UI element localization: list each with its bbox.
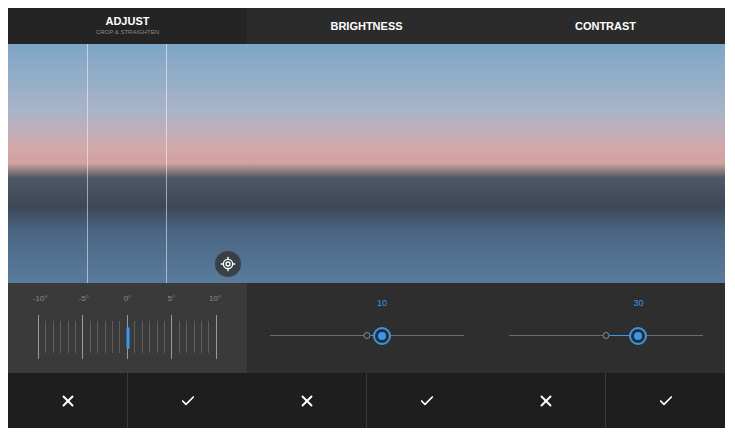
slider-reading: 30 — [633, 297, 643, 309]
slider-knob[interactable] — [373, 327, 391, 345]
slider[interactable] — [270, 327, 464, 345]
ruler-tick — [82, 315, 83, 359]
slider-zero-mark — [363, 332, 370, 339]
slider[interactable] — [509, 327, 703, 345]
ruler-label: 5° — [161, 293, 181, 305]
ruler-tick — [179, 321, 180, 353]
slider-knob[interactable] — [629, 327, 647, 345]
ruler-tick — [119, 321, 120, 353]
ruler-label: 10° — [205, 293, 225, 305]
ruler-tick — [45, 321, 46, 353]
panel-header: ADJUSTCROP & STRAIGHTEN — [8, 8, 247, 44]
slider-reading: 10 — [377, 297, 387, 309]
done-button[interactable] — [367, 373, 486, 428]
slider-zero-mark — [602, 332, 609, 339]
ruler-tick — [134, 321, 135, 353]
photo — [8, 44, 247, 283]
ruler-tick — [194, 321, 195, 353]
ruler-indicator — [126, 327, 129, 349]
cancel-button[interactable] — [486, 373, 606, 428]
photo — [486, 44, 725, 283]
ruler-tick — [142, 321, 143, 353]
panel-subtitle: CROP & STRAIGHTEN — [96, 28, 159, 37]
ruler-tick — [97, 321, 98, 353]
grid-line — [166, 44, 167, 283]
ruler-tick — [186, 321, 187, 353]
ruler-tick — [208, 321, 209, 353]
ruler-tick — [38, 315, 39, 359]
done-button[interactable] — [606, 373, 725, 428]
done-icon — [658, 393, 674, 409]
panel-header: CONTRAST — [486, 8, 725, 44]
panel-title: CONTRAST — [575, 20, 636, 33]
ruler-tick — [75, 321, 76, 353]
ruler-tick — [201, 321, 202, 353]
cancel-icon — [59, 392, 77, 410]
done-icon — [419, 393, 435, 409]
panel-header: BRIGHTNESS — [247, 8, 486, 44]
ruler-label: 0° — [118, 293, 138, 305]
edit-panel: ADJUSTCROP & STRAIGHTEN -10° -5° 0° 5° 10° — [8, 8, 247, 428]
ruler-tick — [157, 321, 158, 353]
photo — [247, 44, 486, 283]
action-bar — [486, 373, 725, 428]
ruler-label: -10° — [30, 293, 50, 305]
ruler-tick — [105, 321, 106, 353]
done-icon — [180, 393, 196, 409]
ruler-tick — [216, 315, 217, 359]
ruler-label: -5° — [74, 293, 94, 305]
ruler-tick — [53, 321, 54, 353]
cancel-button[interactable] — [247, 373, 367, 428]
ruler-tick — [112, 321, 113, 353]
panel-title: BRIGHTNESS — [330, 20, 402, 33]
ruler-tick — [68, 321, 69, 353]
ruler-tick — [164, 321, 165, 353]
panel-title: ADJUST — [105, 15, 149, 28]
rotate-icon — [220, 256, 236, 272]
edit-panel: BRIGHTNESS 10 — [247, 8, 486, 428]
ruler-tick — [149, 321, 150, 353]
edit-panel: CONTRAST 30 — [486, 8, 725, 428]
done-button[interactable] — [128, 373, 247, 428]
screen: ADJUSTCROP & STRAIGHTEN -10° -5° 0° 5° 10° BRI… — [0, 0, 735, 446]
rotate-button[interactable] — [215, 251, 241, 277]
grid-line — [87, 44, 88, 283]
cancel-button[interactable] — [8, 373, 128, 428]
cancel-icon — [537, 392, 555, 410]
cancel-icon — [298, 392, 316, 410]
slider-area: 10 — [247, 283, 486, 373]
rotation-ruler[interactable]: -10° -5° 0° 5° 10° — [8, 283, 247, 373]
action-bar — [247, 373, 486, 428]
slider-area: 30 — [486, 283, 725, 373]
ruler-tick — [60, 321, 61, 353]
ruler-tick — [171, 315, 172, 359]
action-bar — [8, 373, 247, 428]
ruler-tick — [90, 321, 91, 353]
